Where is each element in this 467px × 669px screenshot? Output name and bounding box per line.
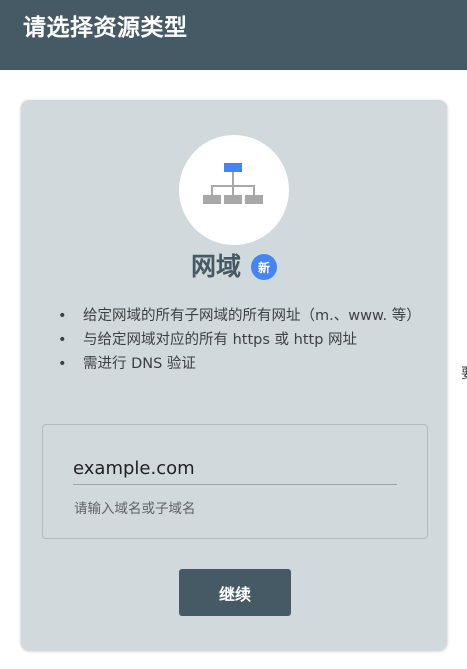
new-badge: 新	[251, 254, 277, 280]
feature-item: • 需进行 DNS 验证	[58, 352, 418, 376]
feature-text: 与给定网域对应的所有 https 或 http 网址	[83, 332, 358, 348]
domain-input[interactable]	[73, 453, 397, 485]
domain-property-card[interactable]: 网域 新 • 给定网域的所有子网域的所有网址（m.、www. 等） • 与给定网…	[21, 100, 447, 650]
bullet-icon: •	[58, 332, 67, 348]
domain-input-hint: 请输入域名或子域名	[74, 501, 196, 517]
bullet-icon: •	[58, 308, 67, 324]
continue-button[interactable]: 继续	[179, 569, 291, 616]
card-title: 网域	[190, 252, 241, 281]
sitemap-icon	[203, 163, 263, 204]
bullet-icon: •	[58, 356, 67, 372]
app-header: 请选择资源类型	[0, 0, 467, 70]
feature-text: 给定网域的所有子网域的所有网址（m.、www. 等）	[83, 308, 421, 324]
card-title-row: 网域 新	[21, 250, 447, 284]
page-title: 请选择资源类型	[23, 15, 188, 41]
edge-text-fragment: 要	[461, 364, 467, 384]
domain-input-box: 请输入域名或子域名	[42, 424, 428, 539]
feature-item: • 与给定网域对应的所有 https 或 http 网址	[58, 328, 418, 352]
feature-text: 需进行 DNS 验证	[83, 356, 196, 372]
feature-item: • 给定网域的所有子网域的所有网址（m.、www. 等）	[58, 304, 421, 328]
feature-list: • 给定网域的所有子网域的所有网址（m.、www. 等） • 与给定网域对应的所…	[58, 304, 421, 376]
icon-circle	[179, 135, 289, 245]
